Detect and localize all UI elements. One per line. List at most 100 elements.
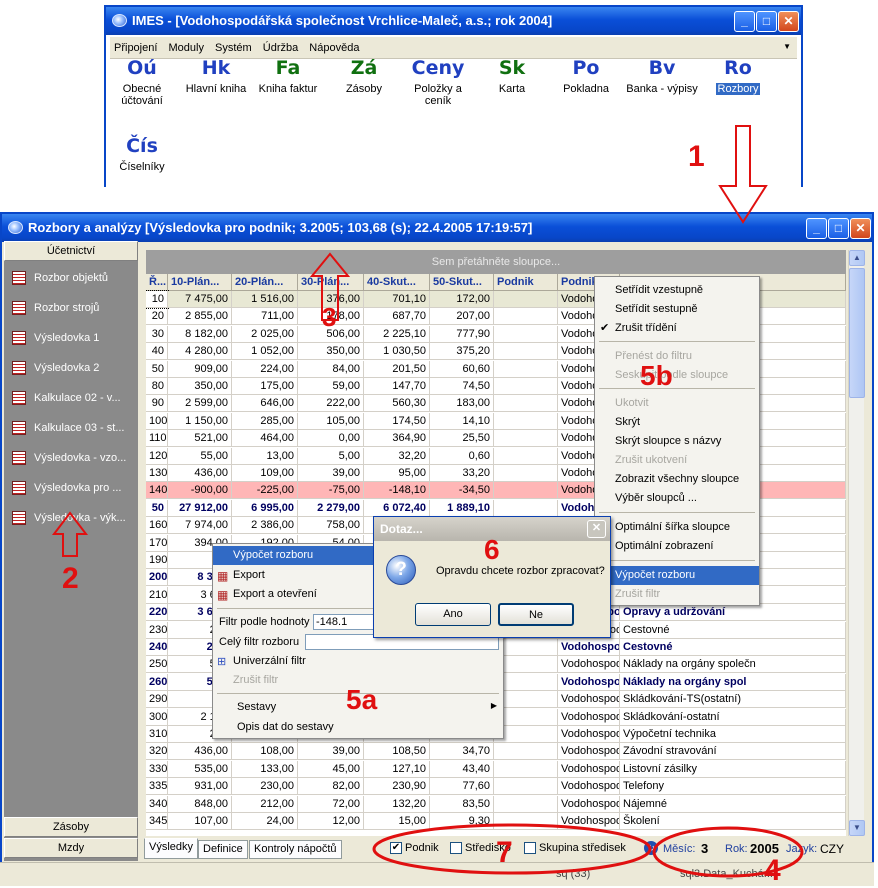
vertical-scrollbar[interactable]: ▲ ▼ xyxy=(848,250,865,836)
table-cell[interactable] xyxy=(494,343,558,361)
table-cell[interactable]: Telefony xyxy=(620,778,846,796)
table-cell[interactable]: 24,00 xyxy=(232,813,298,830)
module-button-2[interactable]: Fa Kniha faktur xyxy=(252,57,324,95)
table-cell[interactable]: 50 xyxy=(146,360,168,378)
table-cell[interactable]: 230,00 xyxy=(232,778,298,796)
table-cell[interactable]: 210 xyxy=(146,586,168,604)
table-cell[interactable] xyxy=(494,447,558,465)
table-cell[interactable]: 2 599,00 xyxy=(168,395,232,413)
table-cell[interactable]: Vodohospodářská společnost Vi xyxy=(558,639,620,656)
table-cell[interactable]: 20 xyxy=(146,308,168,326)
table-cell[interactable]: Vodohospodářská společnost Vi xyxy=(558,673,620,691)
table-cell[interactable]: 90 xyxy=(146,395,168,413)
table-cell[interactable]: 183,00 xyxy=(430,395,494,413)
table-cell[interactable]: Cestovné xyxy=(620,639,846,656)
table-cell[interactable]: 132,20 xyxy=(364,795,430,813)
table-cell[interactable] xyxy=(494,465,558,482)
group-by-bar[interactable]: Sem přetáhněte sloupce... xyxy=(146,250,846,274)
table-cell[interactable]: Závodní stravování xyxy=(620,743,846,761)
checkbox-skupina-box[interactable] xyxy=(524,842,536,855)
menu-item-univerzalni-filtr[interactable]: ⊞ Univerzální filtr xyxy=(213,652,503,671)
table-cell[interactable]: 350,00 xyxy=(298,343,364,361)
table-cell[interactable]: -148,10 xyxy=(364,482,430,500)
table-cell[interactable]: 207,00 xyxy=(430,308,494,326)
table-cell[interactable] xyxy=(494,308,558,326)
table-row[interactable]: 335 931,00 230,00 82,00 230,90 77,60 Vodohospo… xyxy=(146,778,846,796)
table-row[interactable]: 320 436,00 108,00 39,00 108,50 34,70 Vodohospo… xyxy=(146,743,846,761)
sidebar-item-8[interactable]: Výsledovka - výk... xyxy=(12,511,136,529)
table-cell[interactable]: 646,00 xyxy=(232,395,298,413)
table-cell[interactable]: 375,20 xyxy=(430,343,494,361)
table-cell[interactable]: 2 386,00 xyxy=(232,517,298,535)
table-cell[interactable]: Listovní zásilky xyxy=(620,760,846,778)
column-header-2[interactable]: 20-Plán... xyxy=(232,274,298,291)
table-cell[interactable]: 212,00 xyxy=(232,795,298,813)
table-cell[interactable]: 222,00 xyxy=(298,395,364,413)
dialog-close-button[interactable]: ✕ xyxy=(587,520,606,538)
menu-item-optimalni-sirka[interactable]: Optimální šířka sloupce xyxy=(595,518,759,537)
table-cell[interactable] xyxy=(494,499,558,517)
module-button-9[interactable]: Čís Číselníky xyxy=(106,135,178,173)
table-cell[interactable]: 8 182,00 xyxy=(168,325,232,343)
menu-napoveda[interactable]: Nápověda xyxy=(305,37,363,54)
table-cell[interactable]: Výpočetní technika xyxy=(620,726,846,743)
menu-pripojeni[interactable]: Připojení xyxy=(110,37,161,54)
table-cell[interactable]: 10 xyxy=(146,290,169,309)
table-cell[interactable]: 108,50 xyxy=(364,743,430,761)
tab-definice[interactable]: Definice xyxy=(198,840,248,859)
table-cell[interactable]: 147,70 xyxy=(364,378,430,395)
table-cell[interactable]: Náklady na orgány společn xyxy=(620,656,846,674)
table-cell[interactable]: 39,00 xyxy=(298,743,364,761)
table-cell[interactable]: 40 xyxy=(146,343,168,361)
menu-item-vypocet-rozboru[interactable]: Výpočet rozboru xyxy=(595,566,759,585)
table-cell[interactable]: 560,30 xyxy=(364,395,430,413)
table-cell[interactable]: 2 225,10 xyxy=(364,325,430,343)
menu-item-opis-dat[interactable]: Opis dat do sestavy xyxy=(213,718,503,737)
table-cell[interactable]: 848,00 xyxy=(168,795,232,813)
table-cell[interactable] xyxy=(494,291,558,308)
table-cell[interactable]: 12,00 xyxy=(298,813,364,830)
sidebar-item-7[interactable]: Výsledovka pro ... xyxy=(12,481,136,499)
table-cell[interactable]: -225,00 xyxy=(232,482,298,500)
table-cell[interactable]: 701,10 xyxy=(364,291,430,308)
table-row[interactable]: 330 535,00 133,00 45,00 127,10 43,40 Vodohospo… xyxy=(146,760,846,778)
table-cell[interactable]: 82,00 xyxy=(298,778,364,796)
table-cell[interactable]: 84,00 xyxy=(298,360,364,378)
table-cell[interactable]: 350,00 xyxy=(168,378,232,395)
scroll-thumb[interactable] xyxy=(849,268,865,398)
module-button-8[interactable]: Ro Rozbory xyxy=(702,57,774,95)
table-cell[interactable]: Vodohospodářská společnost Vi xyxy=(558,743,620,761)
column-header-3[interactable]: 30-Plán... xyxy=(298,274,364,291)
table-cell[interactable]: 687,70 xyxy=(364,308,430,326)
maximize-button[interactable]: □ xyxy=(828,218,849,239)
table-cell[interactable]: 72,00 xyxy=(298,795,364,813)
sidebar-item-1[interactable]: Rozbor strojů xyxy=(12,301,136,319)
table-cell[interactable] xyxy=(494,360,558,378)
table-cell[interactable]: 521,00 xyxy=(168,430,232,448)
table-cell[interactable] xyxy=(494,795,558,813)
table-cell[interactable]: Vodohospodářská společnost Vi xyxy=(558,795,620,813)
table-cell[interactable]: 2 855,00 xyxy=(168,308,232,326)
table-cell[interactable]: 6 072,40 xyxy=(364,499,430,517)
tab-kontroly[interactable]: Kontroly nápočtů xyxy=(249,840,342,859)
maximize-button[interactable]: □ xyxy=(756,11,777,32)
table-cell[interactable] xyxy=(494,430,558,448)
table-cell[interactable]: 931,00 xyxy=(168,778,232,796)
table-cell[interactable]: 95,00 xyxy=(364,465,430,482)
table-cell[interactable]: 711,00 xyxy=(232,308,298,326)
table-cell[interactable]: 100 xyxy=(146,412,168,430)
sidebar-item-4[interactable]: Kalkulace 02 - v... xyxy=(12,391,136,409)
module-button-3[interactable]: Zá Zásoby xyxy=(328,57,400,95)
table-cell[interactable]: 7 974,00 xyxy=(168,517,232,535)
column-header-1[interactable]: 10-Plán... xyxy=(168,274,232,291)
table-cell[interactable] xyxy=(494,778,558,796)
table-cell[interactable]: 909,00 xyxy=(168,360,232,378)
table-cell[interactable]: 285,00 xyxy=(232,412,298,430)
table-cell[interactable]: 133,00 xyxy=(232,760,298,778)
menu-item-setridit-sestupne[interactable]: Setřídit sestupně xyxy=(595,300,759,319)
table-cell[interactable]: 224,00 xyxy=(232,360,298,378)
menu-item-skryt[interactable]: Skrýt xyxy=(595,413,759,432)
column-header-5[interactable]: 50-Skut... xyxy=(430,274,494,291)
table-cell[interactable] xyxy=(494,325,558,343)
table-cell[interactable]: 230,90 xyxy=(364,778,430,796)
